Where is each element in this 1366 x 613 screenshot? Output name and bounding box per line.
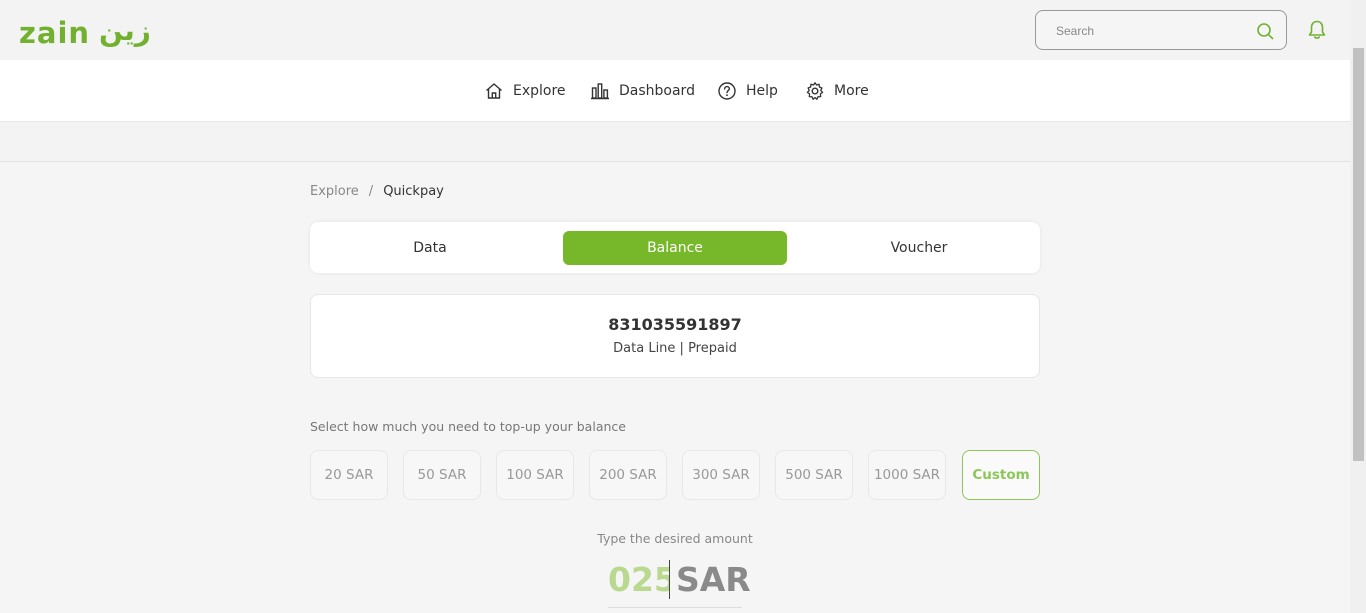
logo-arabic-text: زين: [99, 14, 151, 47]
sub-header-band: [0, 122, 1350, 162]
amount-option-50[interactable]: 50 SAR: [403, 450, 481, 500]
currency-unit: SAR: [676, 560, 751, 599]
search-box[interactable]: [1035, 10, 1287, 50]
search-input[interactable]: [1056, 21, 1246, 41]
page-scrollbar[interactable]: [1350, 0, 1366, 613]
nav-item-help[interactable]: Help: [717, 80, 778, 102]
nav-item-label: Explore: [513, 83, 566, 99]
tab-balance[interactable]: Balance: [563, 231, 787, 265]
nav-item-explore[interactable]: Explore: [484, 80, 566, 102]
amount-option-200[interactable]: 200 SAR: [589, 450, 667, 500]
bar-chart-icon: [591, 83, 609, 100]
amount-option-100[interactable]: 100 SAR: [496, 450, 574, 500]
nav-item-dashboard[interactable]: Dashboard: [590, 80, 695, 102]
top-header: zain زين: [0, 0, 1350, 60]
home-icon: [486, 83, 502, 99]
amount-option-300[interactable]: 300 SAR: [682, 450, 760, 500]
line-number: 831035591897: [608, 315, 742, 334]
topup-prompt: Select how much you need to top-up your …: [310, 419, 626, 434]
question-circle-icon: [718, 82, 736, 100]
scrollbar-thumb[interactable]: [1353, 48, 1364, 461]
notification-bell-icon[interactable]: [1306, 19, 1328, 41]
nav-item-label: Help: [746, 83, 778, 99]
breadcrumb: Explore / Quickpay: [310, 184, 444, 199]
line-type: Data Line | Prepaid: [613, 341, 737, 356]
custom-amount-input[interactable]: [608, 560, 670, 599]
amount-option-1000[interactable]: 1000 SAR: [868, 450, 946, 500]
tab-data[interactable]: Data: [318, 231, 542, 265]
nav-item-more[interactable]: More: [805, 80, 869, 102]
tab-voucher[interactable]: Voucher: [807, 231, 1031, 265]
nav-item-label: More: [834, 83, 869, 99]
breadcrumb-link-explore[interactable]: Explore: [310, 184, 359, 199]
amount-option-20[interactable]: 20 SAR: [310, 450, 388, 500]
line-info-card: 831035591897 Data Line | Prepaid: [310, 294, 1040, 378]
custom-amount-label: Type the desired amount: [597, 531, 753, 546]
nav-item-label: Dashboard: [619, 83, 695, 99]
custom-amount-field[interactable]: SAR: [608, 560, 751, 608]
topup-type-tabs: Data Balance Voucher: [310, 222, 1040, 273]
breadcrumb-separator: /: [368, 184, 374, 199]
amount-option-500[interactable]: 500 SAR: [775, 450, 853, 500]
zain-logo[interactable]: zain زين: [19, 14, 159, 50]
logo-latin-text: zain: [19, 16, 91, 50]
gear-icon: [806, 82, 824, 100]
breadcrumb-current: Quickpay: [383, 184, 444, 199]
main-navigation: Explore Dashboard Help More: [0, 60, 1350, 122]
amount-option-custom[interactable]: Custom: [962, 450, 1040, 500]
search-icon[interactable]: [1256, 22, 1274, 40]
